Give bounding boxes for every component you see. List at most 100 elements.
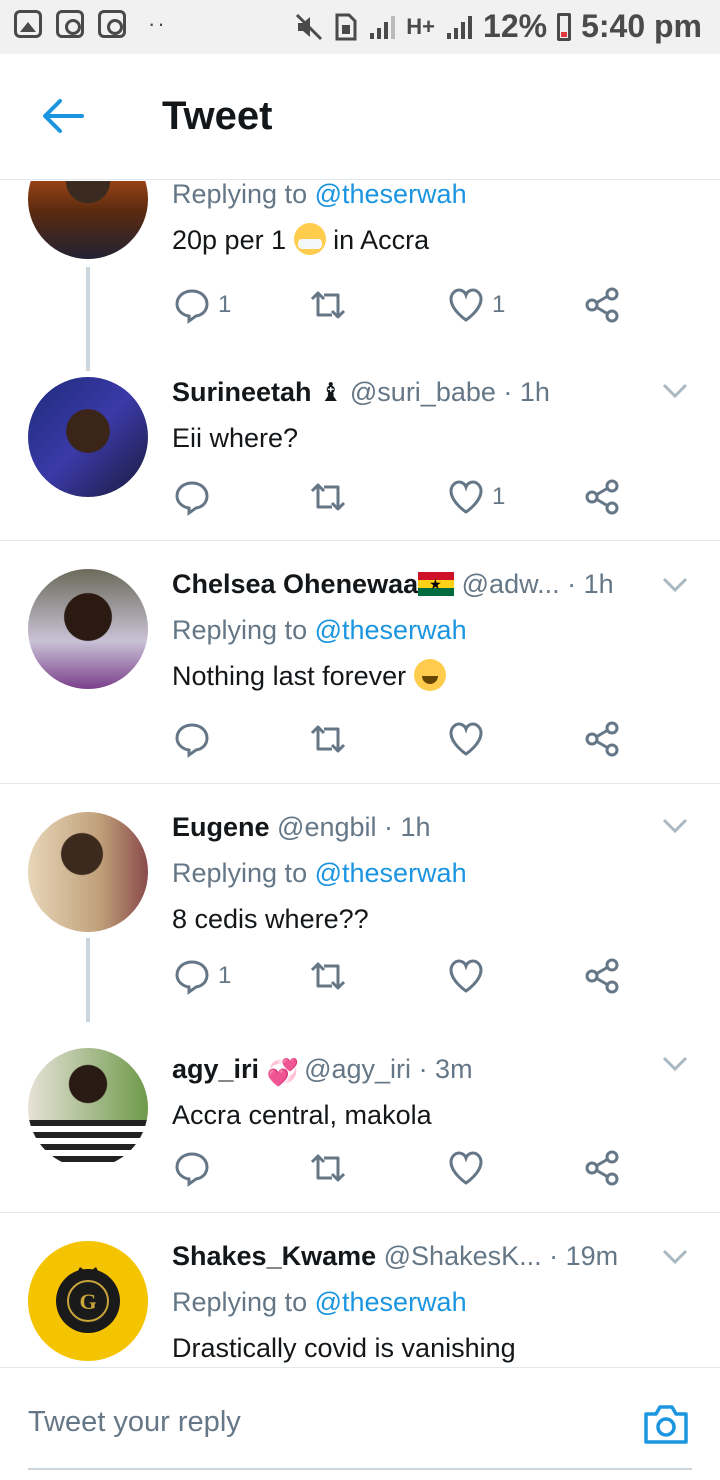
reply-button[interactable]: [172, 717, 218, 761]
reply-count: 1: [218, 962, 232, 989]
share-icon: [585, 958, 619, 994]
reply-button[interactable]: [172, 1146, 218, 1190]
thread-connector: [86, 267, 90, 371]
tweet-actions: 1 1: [172, 283, 632, 327]
chevron-down-icon[interactable]: [662, 818, 688, 834]
mention-link[interactable]: @theserwah: [315, 1287, 467, 1317]
reply-button[interactable]: [172, 475, 218, 519]
retweet-button[interactable]: [308, 1146, 348, 1190]
avatar[interactable]: [28, 377, 148, 497]
chevron-down-icon[interactable]: [662, 383, 688, 399]
tweet-actions: [172, 1146, 632, 1190]
tweet-text: Nothing last forever: [172, 653, 700, 699]
tweet-text: 20p per 1 in Accra: [172, 223, 430, 255]
chevron-down-icon[interactable]: [662, 1249, 688, 1265]
tweet-time: · 19m: [549, 1241, 619, 1271]
avatar[interactable]: [28, 181, 148, 259]
like-button[interactable]: [446, 954, 492, 998]
instagram-icon: [56, 10, 84, 38]
reply-button[interactable]: 1: [172, 954, 231, 998]
share-button[interactable]: [582, 475, 622, 519]
display-name[interactable]: Surineetah: [172, 377, 312, 407]
heart-icon: [449, 959, 483, 993]
share-button[interactable]: [582, 954, 622, 998]
like-button[interactable]: [446, 717, 492, 761]
mention-link[interactable]: @theserwah: [315, 858, 467, 888]
reply-icon: [175, 1152, 209, 1187]
camera-icon[interactable]: [642, 1402, 690, 1446]
tweet-time: · 1h: [503, 377, 550, 407]
share-button[interactable]: [582, 283, 622, 327]
user-handle[interactable]: @suri_babe: [350, 377, 496, 407]
display-name[interactable]: Eugene: [172, 812, 270, 842]
crest-logo-icon: G: [56, 1267, 120, 1333]
tweet-header: Eugene @engbil · 1h: [172, 804, 700, 850]
like-button[interactable]: [446, 1146, 492, 1190]
reply-composer: Tweet your reply: [0, 1367, 720, 1480]
heart-emoji: 💞: [266, 1057, 299, 1087]
page-title: Tweet: [162, 94, 273, 138]
retweet-button[interactable]: [308, 475, 348, 519]
share-icon: [585, 721, 619, 757]
display-name[interactable]: Chelsea Ohenewaa: [172, 569, 418, 599]
clock: 5:40 pm: [581, 8, 702, 44]
retweet-icon: [310, 962, 346, 990]
avatar[interactable]: [28, 812, 148, 932]
sim-card-icon: [335, 13, 357, 40]
user-handle[interactable]: @adw...: [462, 569, 560, 599]
heart-icon: [449, 480, 483, 514]
tweet-text: Drastically covid is vanishing: [172, 1333, 516, 1363]
battery-icon: [557, 12, 572, 41]
chevron-down-icon[interactable]: [662, 577, 688, 593]
tweet-time: · 1h: [384, 812, 431, 842]
back-arrow-icon[interactable]: [40, 96, 84, 136]
share-button[interactable]: [582, 717, 622, 761]
status-bar: ·· H+ 12% 5:40 pm: [0, 0, 720, 54]
share-button[interactable]: [582, 1146, 622, 1190]
ghana-flag-emoji: [418, 572, 455, 596]
display-name[interactable]: agy_iri: [172, 1054, 259, 1084]
tweet-header: Surineetah ♝ @suri_babe · 1h: [172, 369, 700, 415]
reply-button[interactable]: 1: [172, 283, 231, 327]
replying-to-line: Replying to @theserwah: [172, 1287, 467, 1317]
like-button[interactable]: 1: [446, 475, 505, 519]
retweet-icon: [310, 483, 346, 511]
avatar[interactable]: [28, 1048, 148, 1168]
tweet-item[interactable]: Eugene @engbil · 1h Replying to @theserw…: [0, 784, 720, 1022]
reply-input[interactable]: Tweet your reply: [28, 1406, 241, 1439]
tweet-item[interactable]: G Shakes_Kwame @ShakesK... · 19m Replyin…: [0, 1213, 720, 1367]
chevron-down-icon[interactable]: [662, 1056, 688, 1072]
tweet-actions: 1: [172, 475, 632, 519]
reply-feed[interactable]: Replying to @theserwah 20p per 1 in Accr…: [0, 181, 720, 1367]
user-handle[interactable]: @agy_iri: [304, 1054, 411, 1084]
tweet-text: Eii where?: [172, 423, 299, 453]
user-handle[interactable]: @engbil: [277, 812, 376, 842]
like-button[interactable]: 1: [446, 283, 505, 327]
retweet-button[interactable]: [308, 954, 348, 998]
tweet-item[interactable]: Replying to @theserwah 20p per 1 in Accr…: [0, 181, 720, 371]
thread-connector: [86, 938, 90, 1022]
tweet-time: · 3m: [418, 1054, 473, 1084]
replying-to-line: Replying to @theserwah: [172, 181, 467, 209]
mention-link[interactable]: @theserwah: [315, 181, 467, 209]
tweet-text: Accra central, makola: [172, 1100, 432, 1130]
more-notifications-dots: ··: [148, 11, 167, 36]
tweet-item[interactable]: Surineetah ♝ @suri_babe · 1h Eii where? …: [0, 371, 720, 541]
retweet-icon: [310, 1154, 346, 1182]
tweet-item[interactable]: Chelsea Ohenewaa @adw... · 1h Replying t…: [0, 541, 720, 783]
reply-icon: [175, 481, 209, 516]
tweet-actions: [172, 717, 632, 761]
tweet-item[interactable]: agy_iri 💞 @agy_iri · 3m Accra central, m…: [0, 1020, 720, 1210]
user-handle[interactable]: @ShakesK...: [384, 1241, 542, 1271]
share-icon: [585, 287, 619, 323]
retweet-button[interactable]: [308, 283, 348, 327]
avatar[interactable]: G: [28, 1241, 148, 1361]
signal-icon: [370, 15, 396, 39]
like-count: 1: [492, 291, 506, 318]
display-name[interactable]: Shakes_Kwame: [172, 1241, 376, 1271]
laugh-emoji: [413, 659, 446, 691]
retweet-icon: [310, 725, 346, 753]
retweet-button[interactable]: [308, 717, 348, 761]
mention-link[interactable]: @theserwah: [315, 615, 467, 645]
avatar[interactable]: [28, 569, 148, 689]
